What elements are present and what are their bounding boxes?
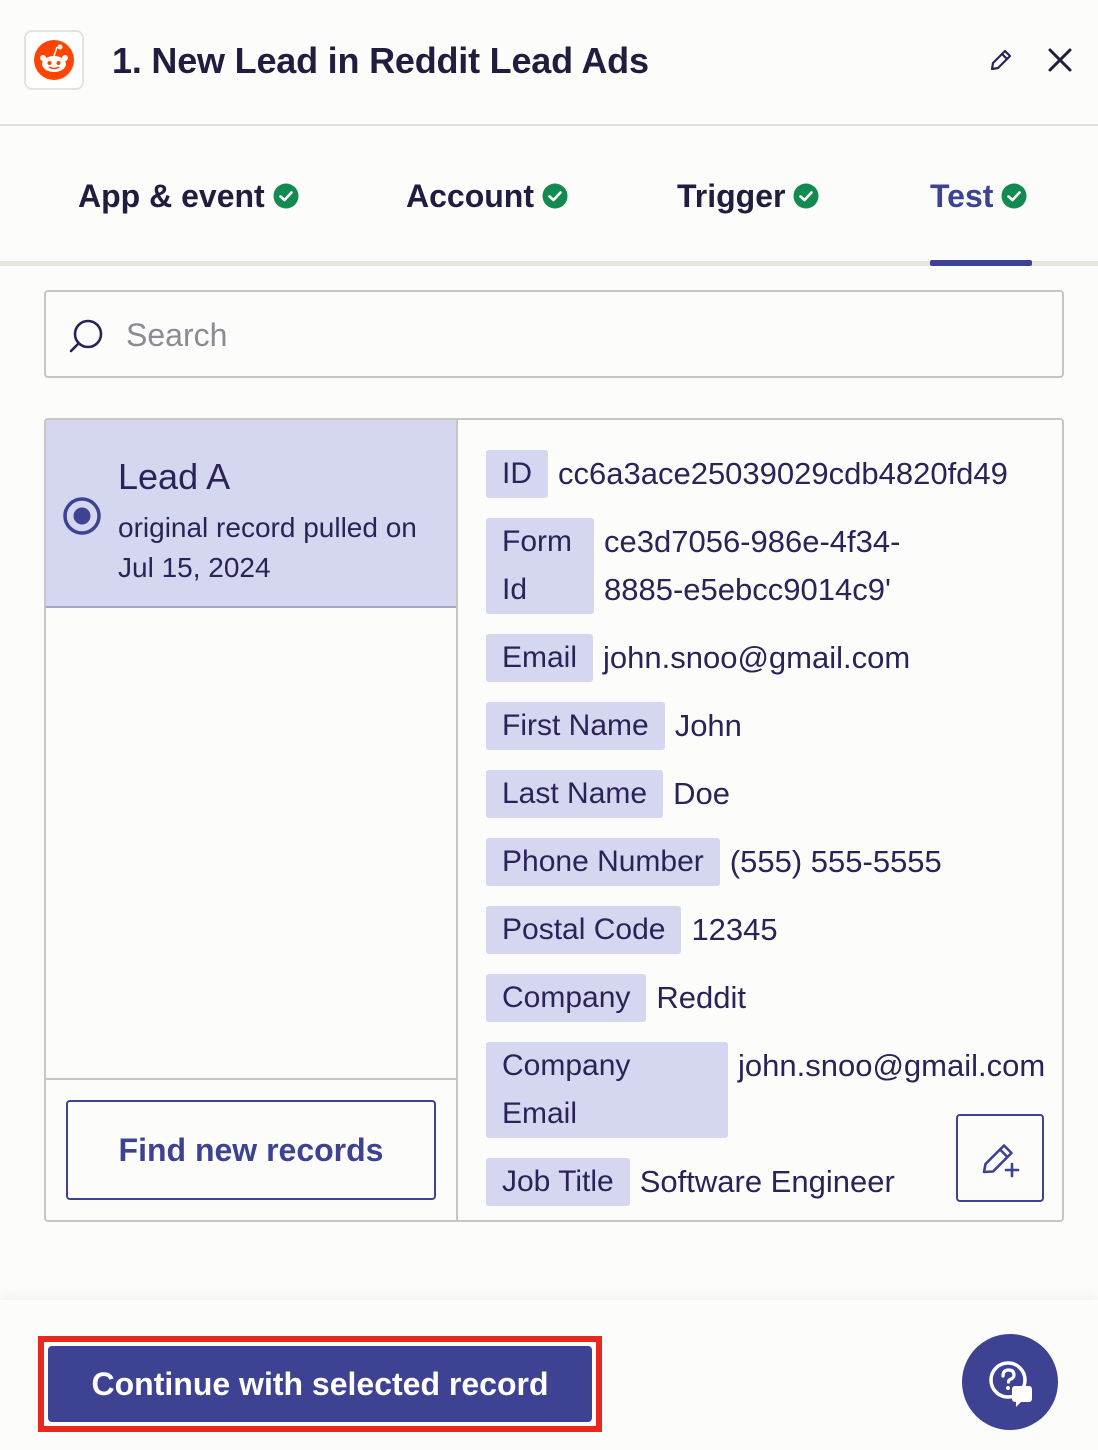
radio-selected-icon[interactable] (62, 496, 102, 536)
check-circle-icon (273, 183, 299, 209)
field-value: cc6a3ace25039029cdb4820fd49 (558, 456, 1008, 491)
field-key: Last Name (486, 770, 664, 818)
footer-bar: Continue with selected record (0, 1300, 1098, 1450)
field-value: John (674, 708, 742, 743)
field-key: Phone Number (486, 838, 720, 886)
field-job-title: Job Title Software Engineer (486, 1158, 895, 1206)
find-new-records-button[interactable]: Find new records (66, 1100, 436, 1200)
field-form-id: Form Id ce3d7056-986e-4f34-8885-e5ebcc90… (486, 518, 964, 614)
continue-with-selected-record-button[interactable]: Continue with selected record (48, 1346, 592, 1422)
tab-app-event[interactable]: App & event (78, 174, 299, 218)
active-tab-indicator (930, 260, 1032, 266)
records-list: Lead A original record pulled on Jul 15,… (46, 420, 458, 1220)
field-key: Postal Code (486, 906, 682, 954)
field-value: Doe (673, 776, 730, 811)
step-header: 1. New Lead in Reddit Lead Ads (0, 0, 1098, 126)
search-input[interactable] (126, 312, 1026, 358)
tab-label: App & event (78, 177, 265, 214)
records-list-footer: Find new records (46, 1078, 456, 1220)
field-value: ce3d7056-986e-4f34-8885-e5ebcc9014c9' (604, 524, 901, 607)
field-key: Company Email (486, 1042, 728, 1138)
search-box (44, 290, 1064, 378)
field-email: Email john.snoo@gmail.com (486, 634, 910, 682)
check-circle-icon (542, 183, 568, 209)
field-id: ID cc6a3ace25039029cdb4820fd49 (486, 450, 1008, 498)
reddit-logo-icon (24, 30, 84, 90)
check-circle-icon (793, 183, 819, 209)
pencil-plus-icon (982, 1144, 1020, 1178)
field-postal-code: Postal Code 12345 (486, 906, 778, 954)
tab-label: Test (930, 177, 994, 214)
search-icon (69, 319, 103, 353)
tab-trigger[interactable]: Trigger (677, 174, 819, 218)
records-panel: Lead A original record pulled on Jul 15,… (44, 418, 1064, 1222)
step-title: 1. New Lead in Reddit Lead Ads (112, 40, 649, 81)
record-subtitle: original record pulled on Jul 15, 2024 (118, 512, 417, 583)
field-company: Company Reddit (486, 974, 746, 1022)
tab-label: Trigger (677, 177, 786, 214)
field-value: john.snoo@gmail.com (738, 1048, 1046, 1083)
field-key: Email (486, 634, 594, 682)
field-key: Company (486, 974, 647, 1022)
tab-label: Account (406, 177, 534, 214)
field-key: First Name (486, 702, 665, 750)
record-item[interactable]: Lead A original record pulled on Jul 15,… (46, 420, 456, 608)
field-phone-number: Phone Number (555) 555-5555 (486, 838, 942, 886)
step-tabs: App & event Account Trigger Test (0, 126, 1098, 266)
field-value: (555) 555-5555 (729, 844, 942, 879)
tab-test[interactable]: Test (930, 174, 1027, 218)
field-value: john.snoo@gmail.com (603, 640, 911, 675)
field-key: Job Title (486, 1158, 630, 1206)
support-chat-icon (989, 1361, 1032, 1407)
field-first-name: First Name John (486, 702, 742, 750)
field-key: ID (486, 450, 548, 498)
record-details: ID cc6a3ace25039029cdb4820fd49 Form Id c… (458, 420, 1062, 1220)
field-last-name: Last Name Doe (486, 770, 730, 818)
field-value: 12345 (691, 912, 778, 947)
check-circle-icon (1001, 183, 1027, 209)
pencil-icon[interactable] (985, 44, 1017, 76)
field-key: Form Id (486, 518, 594, 614)
field-value: Reddit (656, 980, 747, 1015)
help-button[interactable] (962, 1334, 1058, 1430)
close-icon[interactable] (1044, 44, 1076, 76)
record-name: Lead A (118, 456, 231, 497)
edit-record-button[interactable] (956, 1114, 1044, 1202)
field-value: Software Engineer (639, 1164, 895, 1199)
tab-account[interactable]: Account (406, 174, 568, 218)
